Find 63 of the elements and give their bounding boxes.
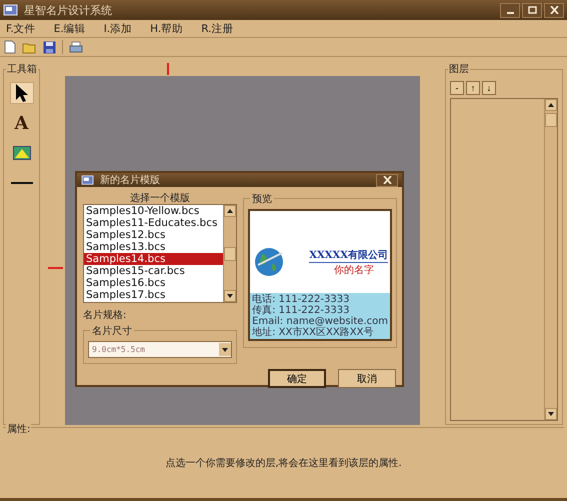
close-icon bbox=[550, 6, 558, 14]
minimize-button[interactable] bbox=[500, 2, 520, 18]
list-item[interactable]: Samples14.bcs bbox=[84, 253, 224, 265]
ruler-marker bbox=[48, 267, 63, 269]
field-label: 名片规格: bbox=[83, 308, 128, 322]
pointer-icon bbox=[14, 83, 28, 103]
menu-item[interactable]: I.添加 bbox=[104, 22, 132, 36]
menu-item[interactable]: F.文件 bbox=[6, 22, 36, 36]
person-name: 你的名字 bbox=[334, 264, 374, 276]
ok-button[interactable]: 确定 bbox=[268, 369, 326, 388]
maximize-button[interactable] bbox=[522, 2, 542, 18]
list-item[interactable]: Samples13.bcs bbox=[84, 241, 224, 253]
close-button[interactable] bbox=[376, 174, 398, 186]
text-tool[interactable]: A bbox=[10, 112, 34, 134]
down-arrow-icon bbox=[222, 348, 228, 352]
list-item[interactable]: Samples12.bcs bbox=[84, 229, 224, 241]
image-icon bbox=[12, 146, 30, 160]
down-arrow-icon bbox=[548, 412, 554, 416]
scroll-thumb[interactable] bbox=[224, 246, 236, 260]
menu-item[interactable]: R.注册 bbox=[201, 22, 234, 36]
app-icon bbox=[81, 174, 95, 186]
panel-title: 工具箱 bbox=[6, 62, 38, 76]
close-button[interactable] bbox=[544, 2, 564, 18]
contact-line: 传真: 111-222-3333 bbox=[252, 305, 350, 316]
maximize-icon bbox=[528, 6, 536, 14]
contact-line: 地址: XX市XX区XX路XX号 bbox=[252, 327, 374, 338]
list-item[interactable]: Samples10-Yellow.bcs bbox=[84, 205, 224, 217]
down-arrow-icon bbox=[227, 294, 234, 298]
menu-item[interactable]: E.编辑 bbox=[54, 22, 86, 36]
new-file-icon[interactable] bbox=[4, 40, 16, 54]
list-item[interactable]: Samples17.bcs bbox=[84, 289, 224, 301]
size-dropdown[interactable]: 9.0cm*5.5cm bbox=[88, 341, 232, 358]
close-icon bbox=[382, 176, 392, 184]
dialog-title: 新的名片模版 bbox=[100, 174, 160, 187]
scroll-thumb[interactable] bbox=[545, 113, 557, 127]
list-item[interactable]: Samples15-car.bcs bbox=[84, 265, 224, 277]
properties-hint: 点选一个你需要修改的层,将会在这里看到该层的属性. bbox=[165, 456, 402, 470]
pointer-tool[interactable] bbox=[10, 82, 34, 104]
list-item[interactable]: Samples16.bcs bbox=[84, 277, 224, 289]
line-icon bbox=[10, 181, 32, 185]
cancel-button[interactable]: 取消 bbox=[338, 369, 396, 388]
up-arrow-icon bbox=[548, 103, 554, 107]
layer-button[interactable]: ↑ bbox=[466, 81, 480, 95]
contact-line: 电话: 111-222-3333 bbox=[252, 294, 350, 305]
menu-item[interactable]: H.帮助 bbox=[150, 22, 184, 36]
scrollbar[interactable] bbox=[544, 99, 557, 420]
panel-title: 属性: bbox=[6, 422, 32, 436]
up-arrow-icon bbox=[227, 209, 234, 213]
list-title: 选择一个模版 bbox=[129, 192, 192, 204]
layer-button[interactable]: - bbox=[450, 81, 464, 95]
layer-button[interactable]: ↓ bbox=[482, 81, 496, 95]
contact-line: Email: name@website.com bbox=[252, 316, 388, 327]
panel-title: 图层 bbox=[448, 62, 470, 76]
window-title: 星智名片设计系统 bbox=[24, 2, 112, 18]
company-name: XXXXX有限公司 bbox=[309, 248, 388, 262]
list-item[interactable]: Samples11-Educates.bcs bbox=[84, 217, 224, 229]
group-title: 预览 bbox=[250, 192, 274, 206]
ruler-marker bbox=[167, 63, 169, 75]
app-icon bbox=[3, 4, 19, 16]
scrollbar[interactable] bbox=[223, 205, 236, 302]
group-title: 名片尺寸 bbox=[90, 324, 134, 338]
save-icon[interactable] bbox=[43, 40, 56, 54]
printer-icon[interactable] bbox=[69, 40, 83, 54]
